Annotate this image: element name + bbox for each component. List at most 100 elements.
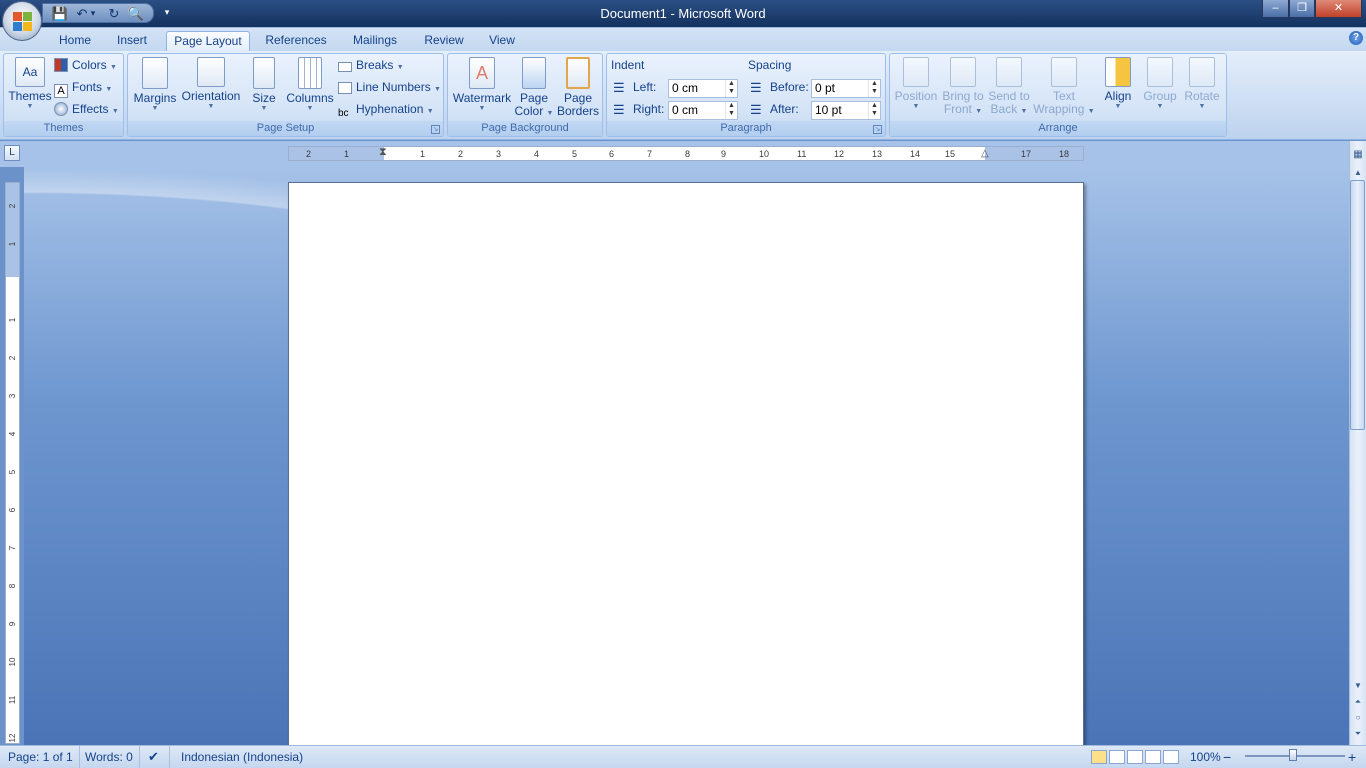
ruler-tick: 7 <box>8 545 17 551</box>
proofing-check-icon[interactable]: ✔ <box>142 746 170 768</box>
columns-button[interactable]: Columns ▼ <box>286 57 334 113</box>
redo-icon[interactable]: ↻ <box>105 5 123 22</box>
zoom-in-icon[interactable]: + <box>1348 746 1356 768</box>
align-button[interactable]: Align ▼ <box>1098 57 1138 111</box>
spinner-arrows-icon[interactable]: ▲ ▼ <box>868 102 880 119</box>
indent-left-input[interactable]: 0 cm ▲ ▼ <box>668 79 738 98</box>
scroll-down-icon[interactable]: ▼ <box>1350 678 1366 694</box>
spacing-title: Spacing <box>748 58 792 72</box>
ruler-tick: 8 <box>685 149 691 159</box>
horizontal-ruler[interactable]: 2 1 1 2 3 4 5 6 7 8 9 10 11 12 13 14 15 … <box>288 146 1084 161</box>
line-numbers-button[interactable]: Line Numbers ▼ <box>338 78 441 97</box>
scrollbar-thumb[interactable] <box>1350 180 1365 430</box>
spinner-arrows-icon[interactable]: ▲ ▼ <box>725 80 737 97</box>
print-layout-view-icon[interactable] <box>1091 750 1107 764</box>
bring-to-front-button[interactable]: Bring to Front ▼ <box>940 57 986 116</box>
ribbon: Aa Themes ▼ Colors ▼ A Fonts ▼ Effects ▼ … <box>0 51 1366 140</box>
page-borders-icon <box>566 57 590 89</box>
send-to-back-button[interactable]: Send to Back ▼ <box>986 57 1032 116</box>
align-label: Align <box>1104 89 1132 103</box>
scroll-up-icon[interactable]: ▲ <box>1350 165 1366 181</box>
office-logo-icon <box>13 12 22 21</box>
chevron-down-icon: ▼ <box>151 105 159 112</box>
document-page[interactable] <box>288 182 1084 752</box>
print-preview-icon[interactable]: 🔍 <box>127 5 145 22</box>
tab-view[interactable]: View <box>484 31 520 52</box>
full-screen-reading-view-icon[interactable] <box>1109 750 1125 764</box>
hyphenation-label: Hyphenation <box>356 102 424 116</box>
spinner-arrows-icon[interactable]: ▲ ▼ <box>868 80 880 97</box>
paragraph-launcher-icon[interactable]: ↘ <box>873 125 882 134</box>
web-layout-view-icon[interactable] <box>1127 750 1143 764</box>
effects-button[interactable]: Effects ▼ <box>54 100 119 119</box>
previous-page-icon[interactable]: ⏶ <box>1350 694 1366 710</box>
right-indent-marker-icon[interactable]: △ <box>981 148 989 160</box>
watermark-label: Watermark <box>452 91 512 105</box>
size-button[interactable]: Size ▼ <box>246 57 282 113</box>
outline-view-icon[interactable] <box>1145 750 1161 764</box>
size-label: Size <box>252 91 276 105</box>
zoom-level[interactable]: 100% <box>1184 746 1227 768</box>
tab-references[interactable]: References <box>260 31 332 52</box>
text-wrapping-button[interactable]: Text Wrapping ▼ <box>1032 57 1096 116</box>
word-count[interactable]: Words: 0 <box>79 746 140 768</box>
group-button[interactable]: Group ▼ <box>1140 57 1180 111</box>
page-count[interactable]: Page: 1 of 1 <box>2 746 80 768</box>
tab-home[interactable]: Home <box>52 31 98 52</box>
indent-right-input[interactable]: 0 cm ▲ ▼ <box>668 101 738 120</box>
ruler-tick: 6 <box>8 507 17 513</box>
next-page-icon[interactable]: ⏷ <box>1350 726 1366 742</box>
orientation-button[interactable]: Orientation ▼ <box>180 57 242 111</box>
status-bar: Page: 1 of 1 Words: 0 ✔ Indonesian (Indo… <box>0 745 1366 768</box>
page-borders-button[interactable]: Page Borders <box>556 57 600 118</box>
rotate-button[interactable]: Rotate ▼ <box>1180 57 1224 111</box>
page-setup-launcher-icon[interactable]: ↘ <box>431 125 440 134</box>
chevron-down-icon: ▼ <box>26 103 34 110</box>
tab-page-layout[interactable]: Page Layout <box>166 31 250 52</box>
margins-icon <box>142 57 168 89</box>
office-button[interactable] <box>2 1 42 41</box>
view-ruler-icon[interactable]: ▦ <box>1350 147 1366 163</box>
fonts-label: Fonts <box>72 80 103 94</box>
watermark-button[interactable]: A Watermark ▼ <box>452 57 512 113</box>
select-browse-object-icon[interactable]: ○ <box>1350 710 1366 726</box>
language-indicator[interactable]: Indonesian (Indonesia) <box>175 746 309 768</box>
save-icon[interactable]: 💾 <box>51 5 69 22</box>
tab-mailings[interactable]: Mailings <box>346 31 404 52</box>
themes-button[interactable]: Aa Themes ▼ <box>8 57 52 111</box>
tab-insert[interactable]: Insert <box>110 31 154 52</box>
ruler-tick: 1 <box>420 149 426 159</box>
tab-review[interactable]: Review <box>418 31 470 52</box>
restore-button[interactable]: ❐ <box>1289 0 1315 18</box>
chevron-down-icon: ▼ <box>546 110 554 117</box>
spinner-arrows-icon[interactable]: ▲ ▼ <box>725 102 737 119</box>
line-numbers-icon <box>338 82 352 94</box>
group-icon <box>1147 57 1173 87</box>
zoom-out-icon[interactable]: − <box>1223 746 1231 768</box>
tab-selector-button[interactable]: L <box>4 145 20 161</box>
send-to-back-icon <box>996 57 1022 87</box>
close-button[interactable]: ✕ <box>1315 0 1362 18</box>
ruler-tick: 4 <box>534 149 540 159</box>
page-color-button[interactable]: Page Color ▼ <box>514 57 554 118</box>
colors-button[interactable]: Colors ▼ <box>54 56 117 75</box>
spacing-after-input[interactable]: 10 pt ▲ ▼ <box>811 101 881 120</box>
customize-qat-icon[interactable]: ▾ <box>158 4 176 21</box>
breaks-button[interactable]: Breaks ▼ <box>338 56 404 75</box>
vertical-ruler[interactable]: 2 1 1 2 3 4 5 6 7 8 9 10 11 12 <box>5 182 20 744</box>
first-line-indent-marker-icon[interactable]: ⧗ <box>379 146 387 158</box>
spacing-after-label: After: <box>770 102 799 116</box>
zoom-slider-thumb[interactable] <box>1289 749 1297 761</box>
ruler-tick: 1 <box>344 149 350 159</box>
chevron-down-icon: ▼ <box>1087 108 1095 115</box>
help-icon[interactable]: ? <box>1349 31 1363 45</box>
position-button[interactable]: Position ▼ <box>892 57 940 111</box>
hyphenation-icon: bc <box>338 108 349 119</box>
draft-view-icon[interactable] <box>1163 750 1179 764</box>
margins-button[interactable]: Margins ▼ <box>132 57 178 113</box>
minimize-button[interactable]: – <box>1262 0 1289 18</box>
fonts-button[interactable]: A Fonts ▼ <box>54 78 112 98</box>
hyphenation-button[interactable]: bc Hyphenation ▼ <box>338 100 434 119</box>
spacing-before-input[interactable]: 0 pt ▲ ▼ <box>811 79 881 98</box>
undo-dropdown-icon[interactable]: ▾ <box>88 5 98 22</box>
